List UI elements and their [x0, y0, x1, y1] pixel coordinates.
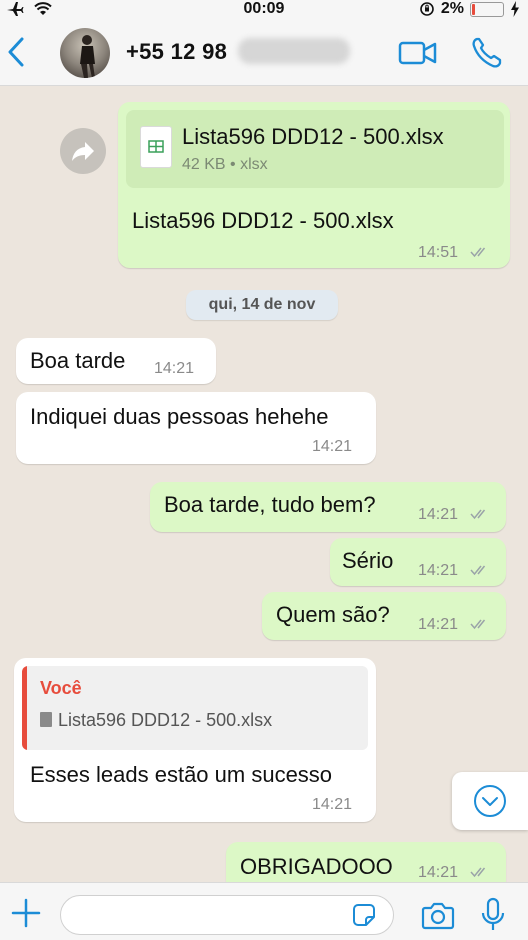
chevron-down-icon	[474, 785, 506, 817]
document-file-meta: 42 KB • xlsx	[182, 156, 268, 173]
document-caption: Lista596 DDD12 - 500.xlsx	[132, 208, 394, 233]
battery-percent: 2%	[440, 0, 464, 17]
battery-icon	[470, 1, 504, 17]
message-input-bar	[0, 882, 528, 940]
message-time: 14:21	[312, 438, 353, 455]
quote-text: Lista596 DDD12 - 500.xlsx	[58, 710, 273, 730]
charging-icon	[511, 1, 519, 17]
message-text: OBRIGADOOO	[240, 854, 393, 879]
quoted-message[interactable]: Você Lista596 DDD12 - 500.xlsx	[22, 666, 368, 750]
forward-button[interactable]	[60, 128, 106, 174]
read-tick-icon	[470, 509, 486, 520]
incoming-message[interactable]: Indiquei duas pessoas hehehe 14:21	[16, 392, 376, 464]
avatar[interactable]	[60, 28, 110, 78]
chat-header: +55 12 98	[0, 20, 528, 86]
outgoing-message[interactable]: OBRIGADOOO 14:21	[226, 842, 506, 882]
camera-icon[interactable]	[420, 901, 456, 931]
outgoing-message[interactable]: Boa tarde, tudo bem? 14:21	[150, 482, 506, 532]
phone-icon[interactable]	[470, 36, 502, 70]
date-separator: qui, 14 de nov	[186, 290, 338, 320]
document-file-name: Lista596 DDD12 - 500.xlsx	[182, 124, 444, 149]
message-time: 14:21	[418, 864, 459, 881]
contact-name[interactable]: +55 12 98	[126, 39, 227, 65]
message-time: 14:21	[418, 616, 459, 633]
video-call-icon[interactable]	[398, 38, 438, 68]
document-message[interactable]: Lista596 DDD12 - 500.xlsx 42 KB • xlsx L…	[118, 102, 510, 268]
message-time: 14:51	[418, 244, 459, 261]
message-text: Quem são?	[276, 602, 390, 627]
message-text: Sério	[342, 548, 394, 573]
outgoing-message[interactable]: Quem são? 14:21	[262, 592, 506, 640]
spreadsheet-file-icon	[140, 126, 172, 168]
message-time: 14:21	[418, 506, 459, 523]
message-time: 14:21	[312, 796, 353, 813]
read-tick-icon	[470, 867, 486, 878]
back-chevron-icon[interactable]	[4, 34, 28, 70]
plus-icon[interactable]	[10, 897, 42, 929]
sticker-icon[interactable]	[350, 901, 378, 929]
microphone-icon[interactable]	[480, 897, 506, 933]
message-time: 14:21	[418, 562, 459, 579]
redacted-name-area	[238, 38, 350, 64]
quote-accent-bar	[22, 666, 27, 750]
message-text: Esses leads estão um sucesso	[30, 762, 333, 787]
chat-area[interactable]: Lista596 DDD12 - 500.xlsx 42 KB • xlsx L…	[0, 86, 528, 882]
message-time: 14:21	[154, 360, 195, 377]
message-text: Boa tarde	[30, 348, 126, 373]
outgoing-message[interactable]: Sério 14:21	[330, 538, 506, 586]
document-icon	[40, 712, 52, 727]
quote-author: Você	[40, 678, 82, 698]
status-right-icons: 2%	[419, 0, 520, 18]
read-tick-icon	[470, 247, 486, 258]
incoming-reply-message[interactable]: Você Lista596 DDD12 - 500.xlsx Esses lea…	[14, 658, 376, 822]
read-tick-icon	[470, 619, 486, 630]
incoming-message[interactable]: Boa tarde 14:21	[16, 338, 216, 384]
document-card[interactable]: Lista596 DDD12 - 500.xlsx 42 KB • xlsx	[126, 110, 504, 188]
orientation-lock-icon	[420, 2, 434, 16]
forward-icon	[72, 142, 94, 161]
read-tick-icon	[470, 565, 486, 576]
scroll-to-bottom-button[interactable]	[452, 772, 528, 830]
message-text: Indiquei duas pessoas hehehe	[30, 404, 329, 429]
status-bar: 00:09 2%	[0, 0, 528, 20]
message-text: Boa tarde, tudo bem?	[164, 492, 376, 517]
message-input[interactable]	[60, 895, 394, 935]
